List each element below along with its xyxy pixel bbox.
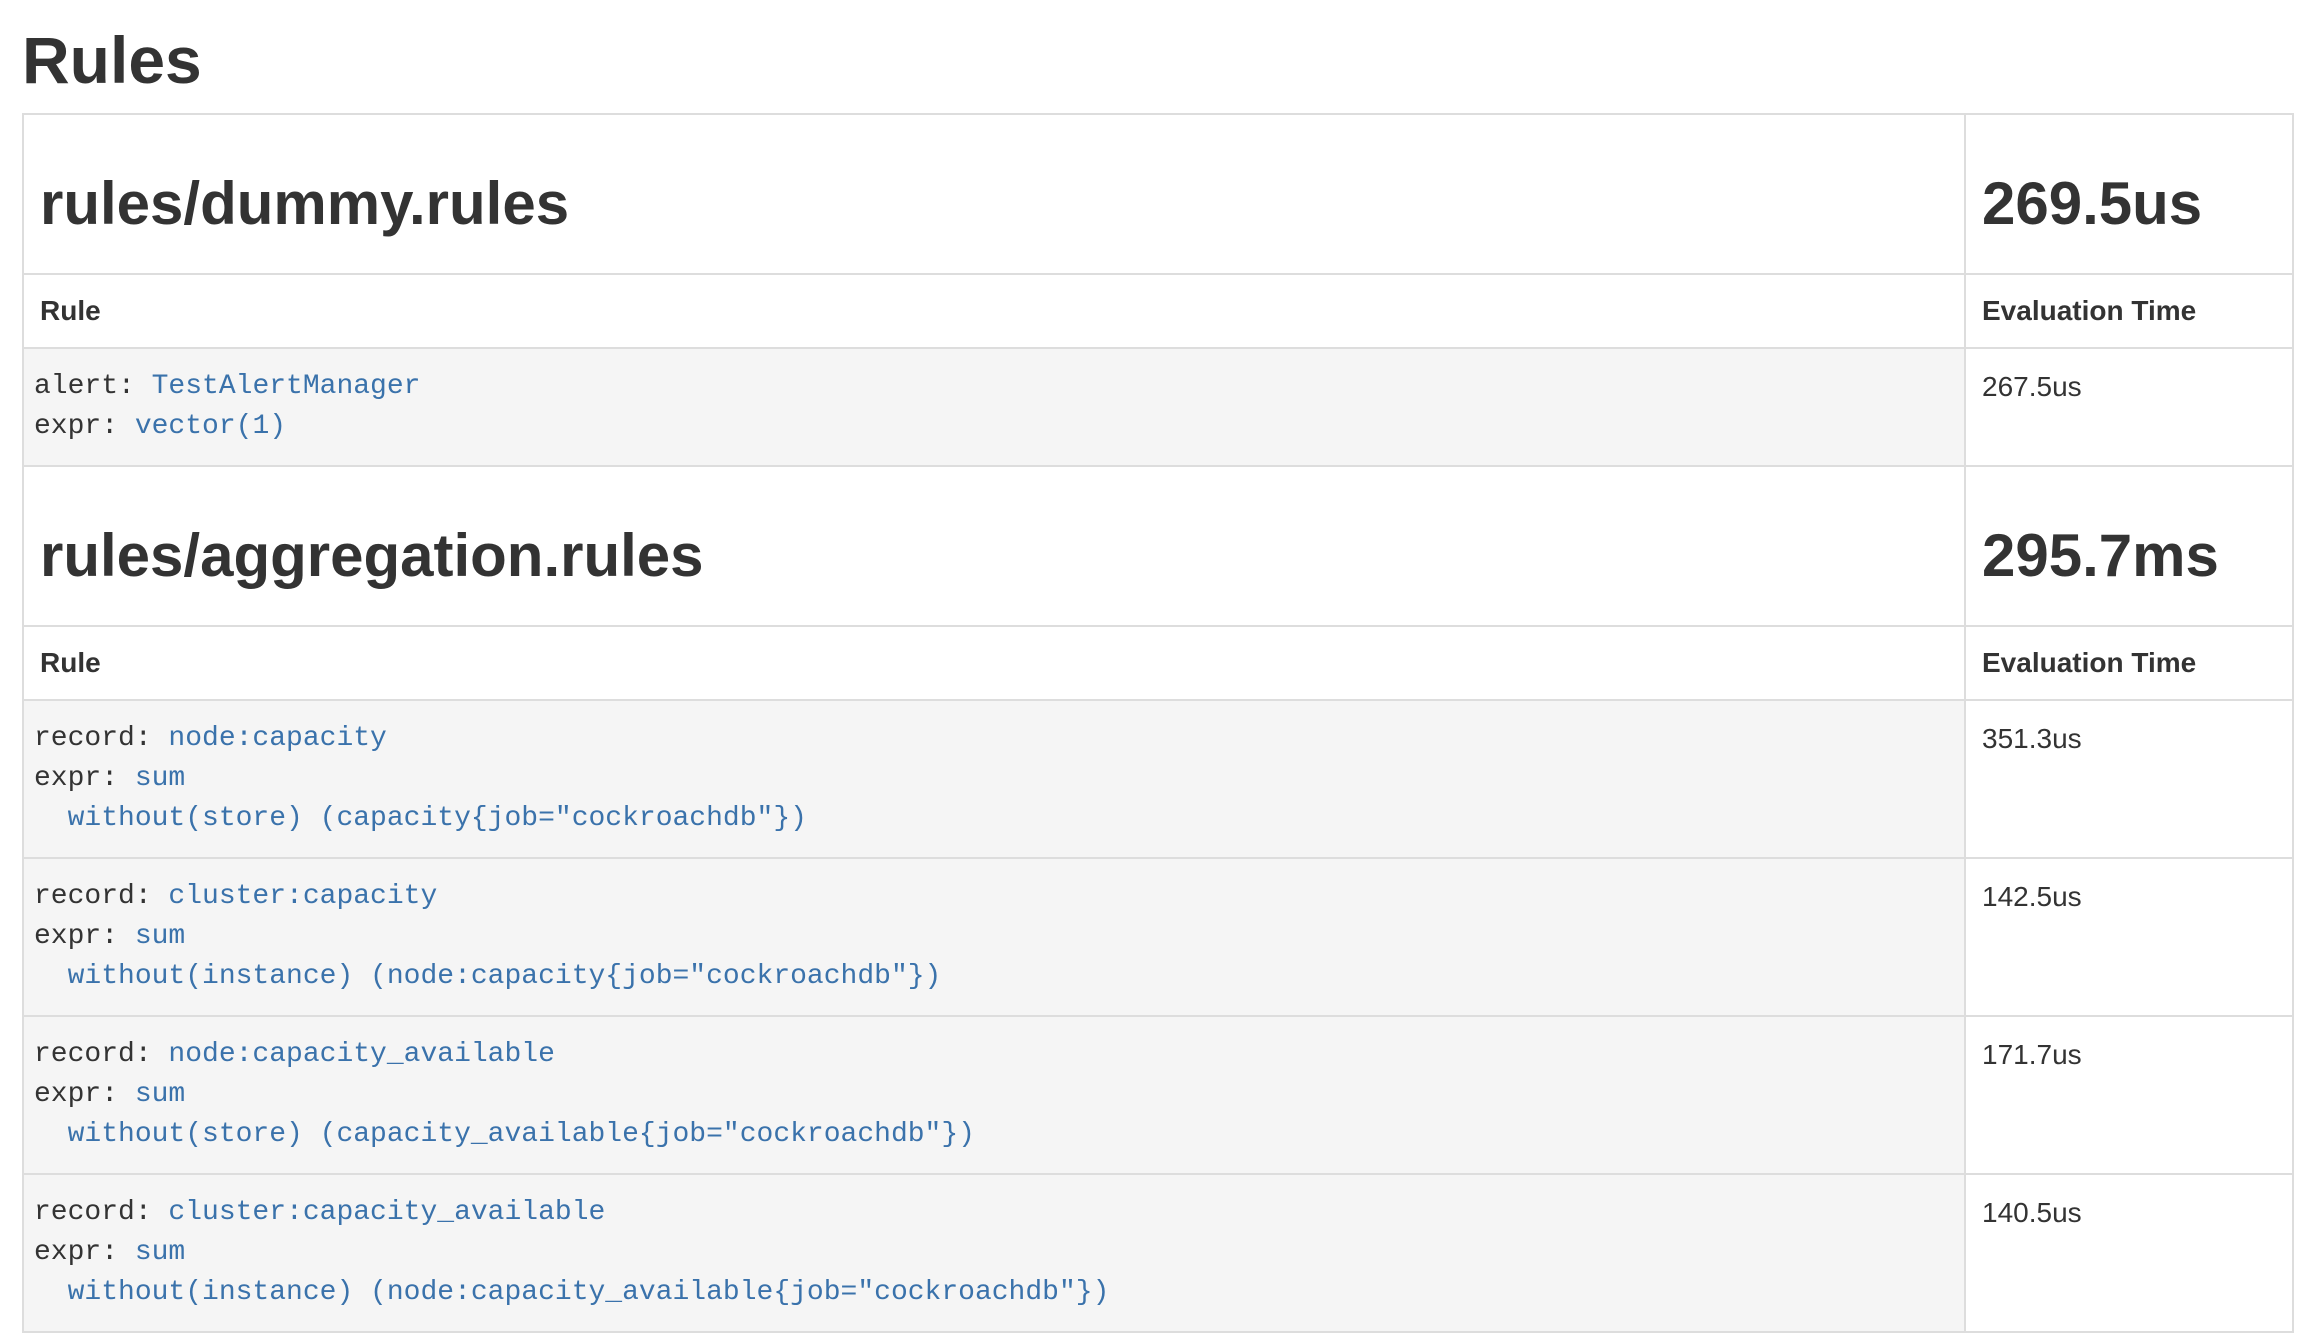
code-line: expr: sum <box>34 917 1948 957</box>
code-line: without(store) (capacity_available{job="… <box>34 1115 1948 1155</box>
rule-value-link[interactable]: node:capacity <box>168 723 386 754</box>
evaluation-time-cell: 140.5us <box>1965 1174 2293 1332</box>
code-line: record: node:capacity_available <box>34 1035 1948 1075</box>
rule-value-link[interactable]: cluster:capacity_available <box>168 1197 605 1228</box>
group-name: rules/dummy.rules <box>40 171 1948 237</box>
rule-key: record: <box>34 1039 168 1070</box>
rule-row: record: cluster:capacityexpr: sum withou… <box>23 858 2293 1016</box>
rule-code: alert: TestAlertManagerexpr: vector(1) <box>24 349 1964 465</box>
rule-value-link[interactable]: node:capacity_available <box>168 1039 554 1070</box>
rule-value-link[interactable]: cluster:capacity <box>168 881 437 912</box>
group-evaluation-total: 269.5us <box>1982 171 2276 237</box>
evaluation-time-cell: 171.7us <box>1965 1016 2293 1174</box>
rule-code: record: node:capacity_availableexpr: sum… <box>24 1017 1964 1173</box>
code-line: expr: sum <box>34 1233 1948 1273</box>
rule-key: record: <box>34 881 168 912</box>
rule-row: record: node:capacity_availableexpr: sum… <box>23 1016 2293 1174</box>
rule-value-link[interactable]: sum <box>135 763 185 794</box>
group-time-cell: 269.5us <box>1965 114 2293 274</box>
rule-row: alert: TestAlertManagerexpr: vector(1) 2… <box>23 348 2293 466</box>
code-line: without(instance) (node:capacity_availab… <box>34 1273 1948 1313</box>
rule-value-link[interactable]: without(instance) (node:capacity{job="co… <box>34 961 941 992</box>
rule-key: expr: <box>34 921 135 952</box>
code-line: expr: sum <box>34 759 1948 799</box>
code-line: without(store) (capacity{job="cockroachd… <box>34 799 1948 839</box>
rule-key: expr: <box>34 763 135 794</box>
rule-key: expr: <box>34 1079 135 1110</box>
column-header-row: Rule Evaluation Time <box>23 274 2293 348</box>
rule-code: record: node:capacityexpr: sum without(s… <box>24 701 1964 857</box>
rule-row: record: node:capacityexpr: sum without(s… <box>23 700 2293 858</box>
column-header-evaluation-time: Evaluation Time <box>1965 274 2293 348</box>
code-line: without(instance) (node:capacity{job="co… <box>34 957 1948 997</box>
rule-group-header: rules/aggregation.rules 295.7ms <box>23 466 2293 626</box>
rule-key: expr: <box>34 411 135 442</box>
code-line: record: node:capacity <box>34 719 1948 759</box>
rule-cell: record: node:capacity_availableexpr: sum… <box>23 1016 1965 1174</box>
code-line: expr: sum <box>34 1075 1948 1115</box>
rule-cell: record: cluster:capacity_availableexpr: … <box>23 1174 1965 1332</box>
code-line: expr: vector(1) <box>34 407 1948 447</box>
rule-code: record: cluster:capacity_availableexpr: … <box>24 1175 1964 1331</box>
code-line: alert: TestAlertManager <box>34 367 1948 407</box>
rule-value-link[interactable]: without(store) (capacity{job="cockroachd… <box>34 803 807 834</box>
rule-cell: alert: TestAlertManagerexpr: vector(1) <box>23 348 1965 466</box>
rule-value-link[interactable]: sum <box>135 1237 185 1268</box>
rule-cell: record: node:capacityexpr: sum without(s… <box>23 700 1965 858</box>
column-header-rule: Rule <box>23 274 1965 348</box>
group-name-cell: rules/aggregation.rules <box>23 466 1965 626</box>
rule-value-link[interactable]: sum <box>135 1079 185 1110</box>
group-name: rules/aggregation.rules <box>40 523 1948 589</box>
evaluation-time-cell: 267.5us <box>1965 348 2293 466</box>
rule-group-header: rules/dummy.rules 269.5us <box>23 114 2293 274</box>
evaluation-time-cell: 142.5us <box>1965 858 2293 1016</box>
rule-code: record: cluster:capacityexpr: sum withou… <box>24 859 1964 1015</box>
rule-value-link[interactable]: without(store) (capacity_available{job="… <box>34 1119 975 1150</box>
rule-value-link[interactable]: sum <box>135 921 185 952</box>
group-time-cell: 295.7ms <box>1965 466 2293 626</box>
evaluation-time-cell: 351.3us <box>1965 700 2293 858</box>
rule-key: record: <box>34 1197 168 1228</box>
rule-row: record: cluster:capacity_availableexpr: … <box>23 1174 2293 1332</box>
column-header-rule: Rule <box>23 626 1965 700</box>
rules-table: rules/dummy.rules 269.5us Rule Evaluatio… <box>22 113 2294 1333</box>
rule-key: expr: <box>34 1237 135 1268</box>
column-header-evaluation-time: Evaluation Time <box>1965 626 2293 700</box>
rule-cell: record: cluster:capacityexpr: sum withou… <box>23 858 1965 1016</box>
column-header-row: Rule Evaluation Time <box>23 626 2293 700</box>
rule-key: alert: <box>34 371 152 402</box>
code-line: record: cluster:capacity <box>34 877 1948 917</box>
rule-value-link[interactable]: without(instance) (node:capacity_availab… <box>34 1277 1109 1308</box>
code-line: record: cluster:capacity_available <box>34 1193 1948 1233</box>
group-evaluation-total: 295.7ms <box>1982 523 2276 589</box>
rule-value-link[interactable]: TestAlertManager <box>152 371 421 402</box>
group-name-cell: rules/dummy.rules <box>23 114 1965 274</box>
rule-value-link[interactable]: vector(1) <box>135 411 286 442</box>
page-title: Rules <box>22 24 2294 97</box>
rule-key: record: <box>34 723 168 754</box>
